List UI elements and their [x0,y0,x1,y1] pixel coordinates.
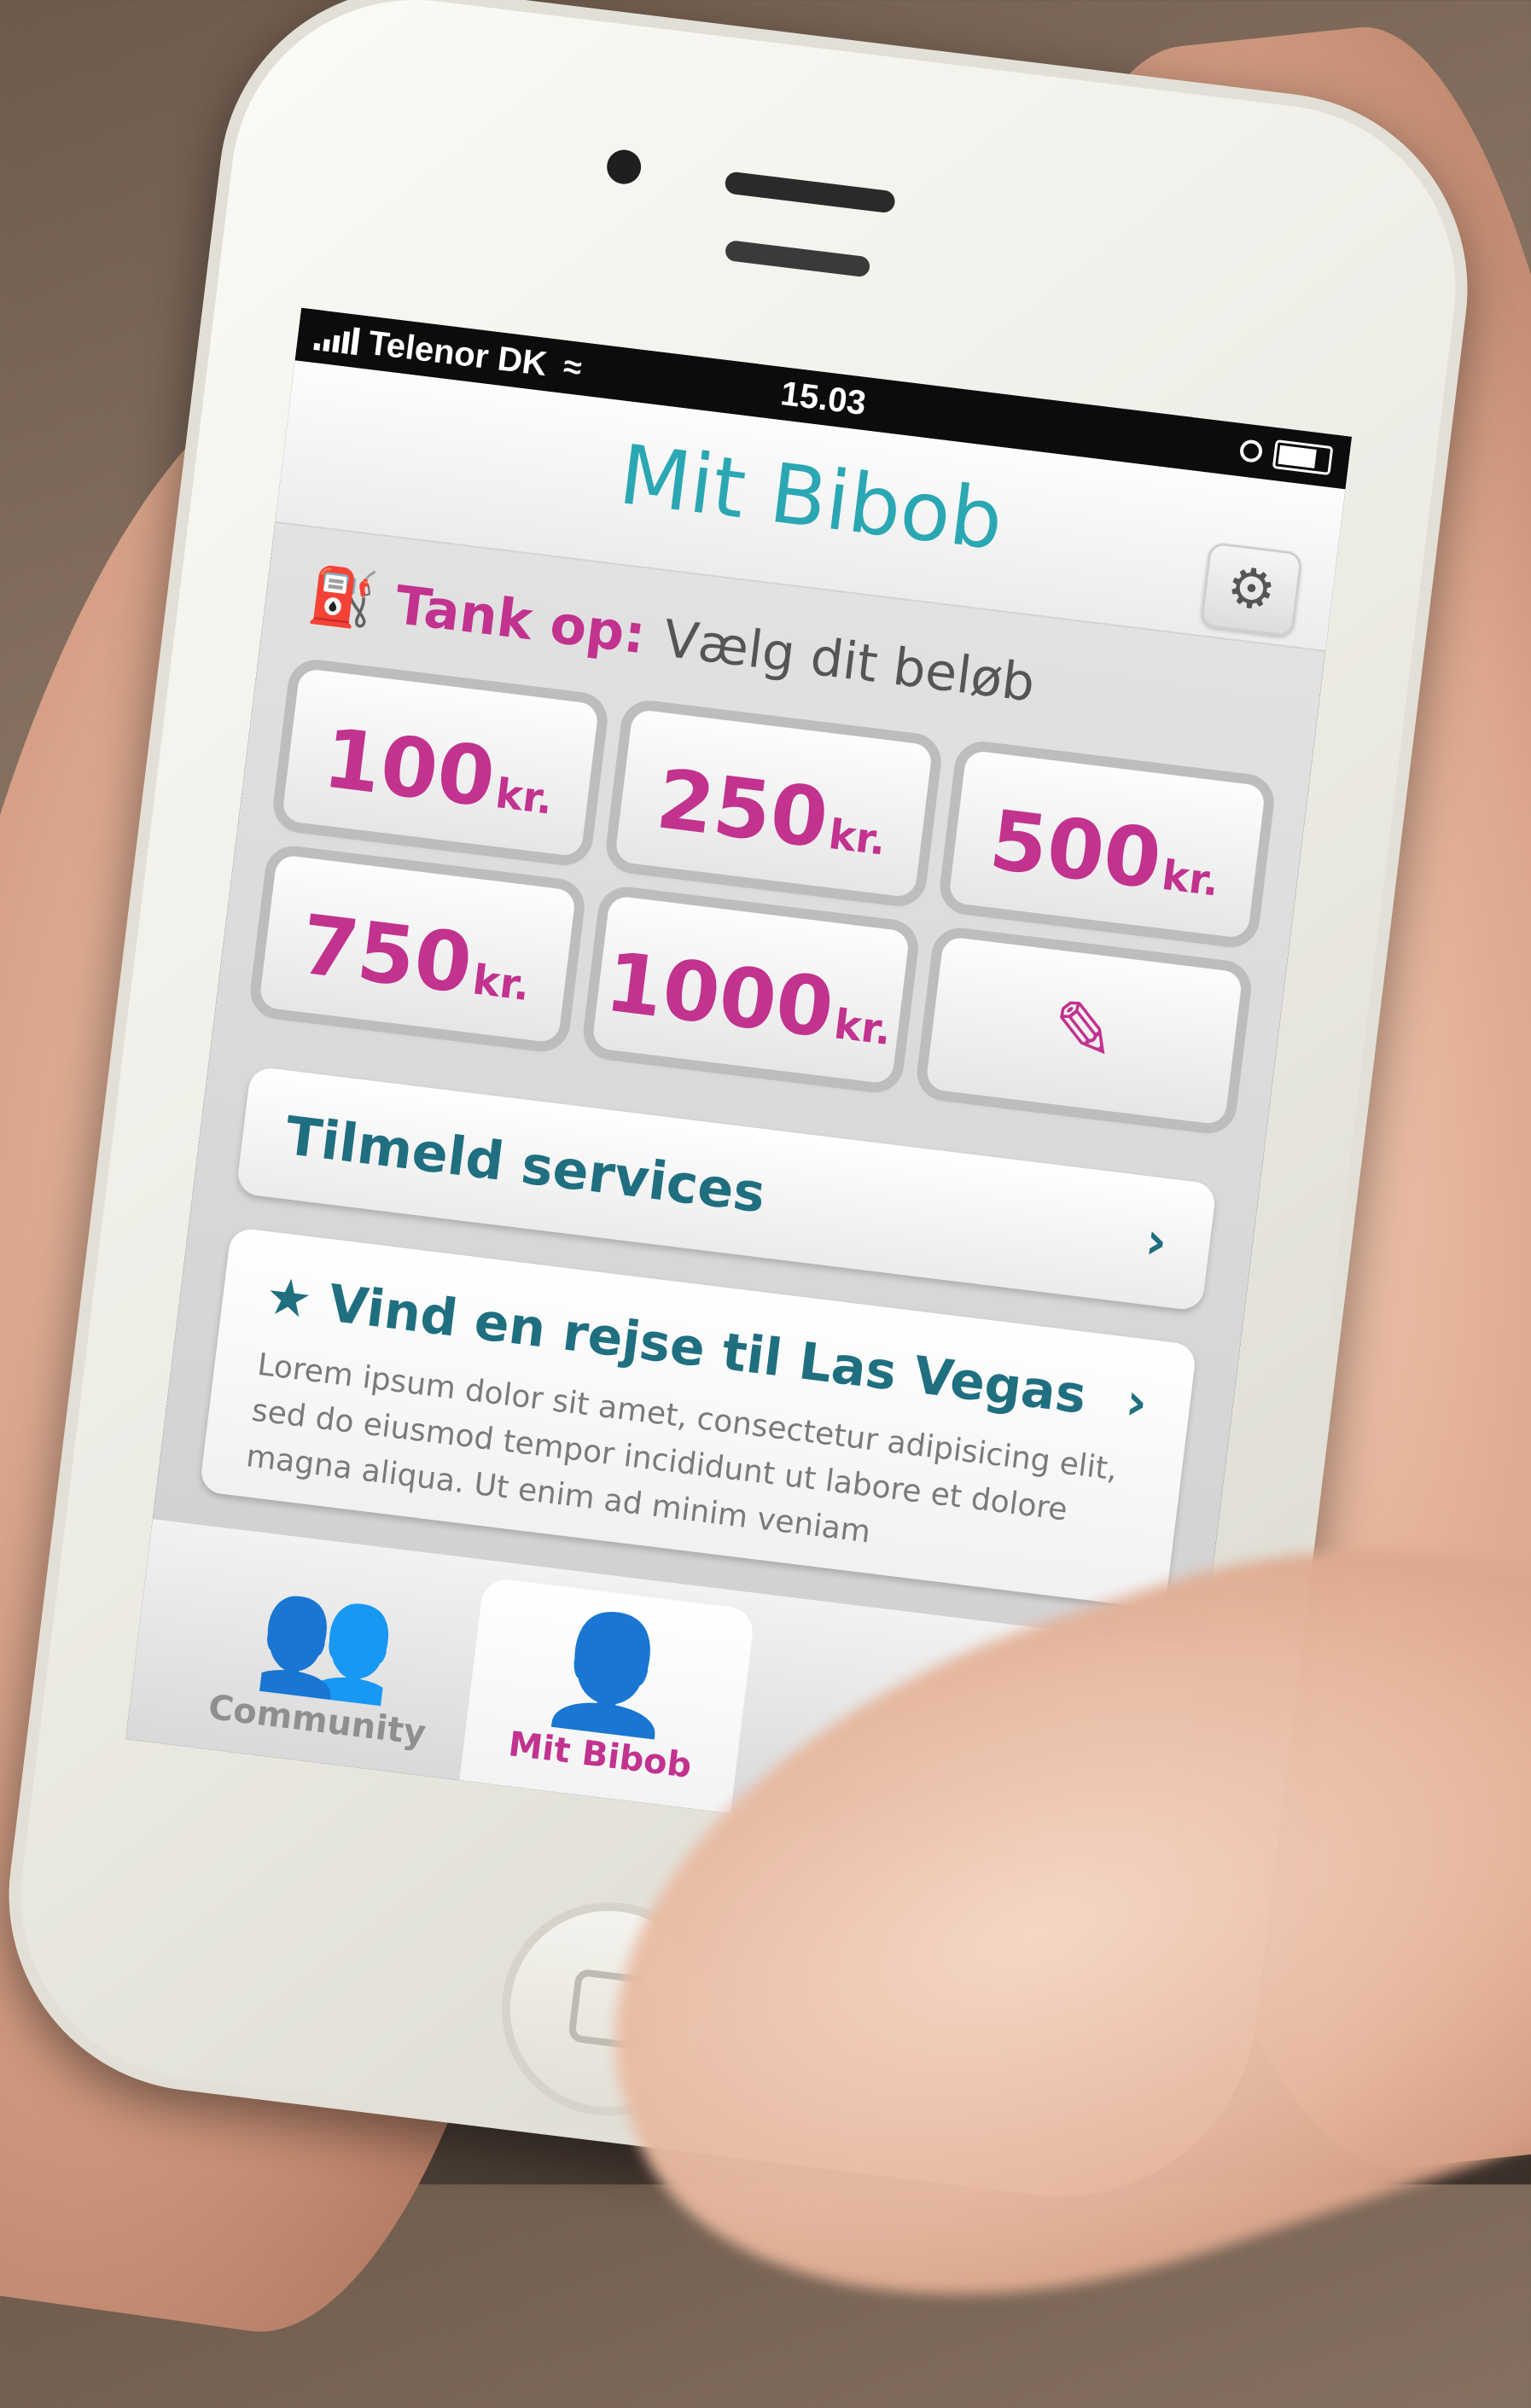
custom-amount-button[interactable]: ✎ [924,935,1243,1125]
amount-button-100[interactable]: 100 kr. [281,667,600,858]
tank-label: Tank op: [391,573,649,666]
pencil-icon: ✎ [1046,982,1121,1079]
amount-unit: kr. [825,810,889,865]
amount-button-250[interactable]: 250 kr. [614,708,933,899]
alarm-icon [1238,439,1264,464]
gear-icon: ⚙ [1223,555,1280,625]
amount-unit: kr. [831,1000,894,1056]
amount-value: 750 [295,896,478,1013]
signal-icon [313,323,360,356]
services-label: Tilmeld services [282,1103,769,1224]
amount-button-500[interactable]: 500 kr. [947,749,1266,939]
amount-unit: kr. [1159,851,1222,906]
amount-unit: kr. [469,956,533,1011]
fuel-pump-icon: ⛽ [305,562,381,634]
tab-mit-bibob[interactable]: 👤 Mit Bibob [459,1576,756,1814]
tab-community[interactable]: 👥 Community [177,1542,473,1778]
star-icon: ★ [262,1265,316,1331]
amount-button-1000[interactable]: 1000 kr. [591,895,911,1085]
battery-icon [1272,439,1334,476]
person-icon: 👤 [533,1599,687,1746]
amount-value: 100 [318,710,500,826]
wifi-icon: ≈ [561,348,584,387]
settings-button[interactable]: ⚙ [1199,541,1303,638]
amount-button-750[interactable]: 750 kr. [259,854,577,1044]
chevron-right-icon: › [1142,1210,1171,1273]
amount-value: 250 [651,751,834,867]
amount-unit: kr. [492,769,556,824]
amount-value: 500 [985,792,1167,908]
community-icon: 👥 [250,1564,405,1711]
amount-value: 1000 [600,934,839,1057]
chevron-right-icon: › [1122,1371,1151,1434]
